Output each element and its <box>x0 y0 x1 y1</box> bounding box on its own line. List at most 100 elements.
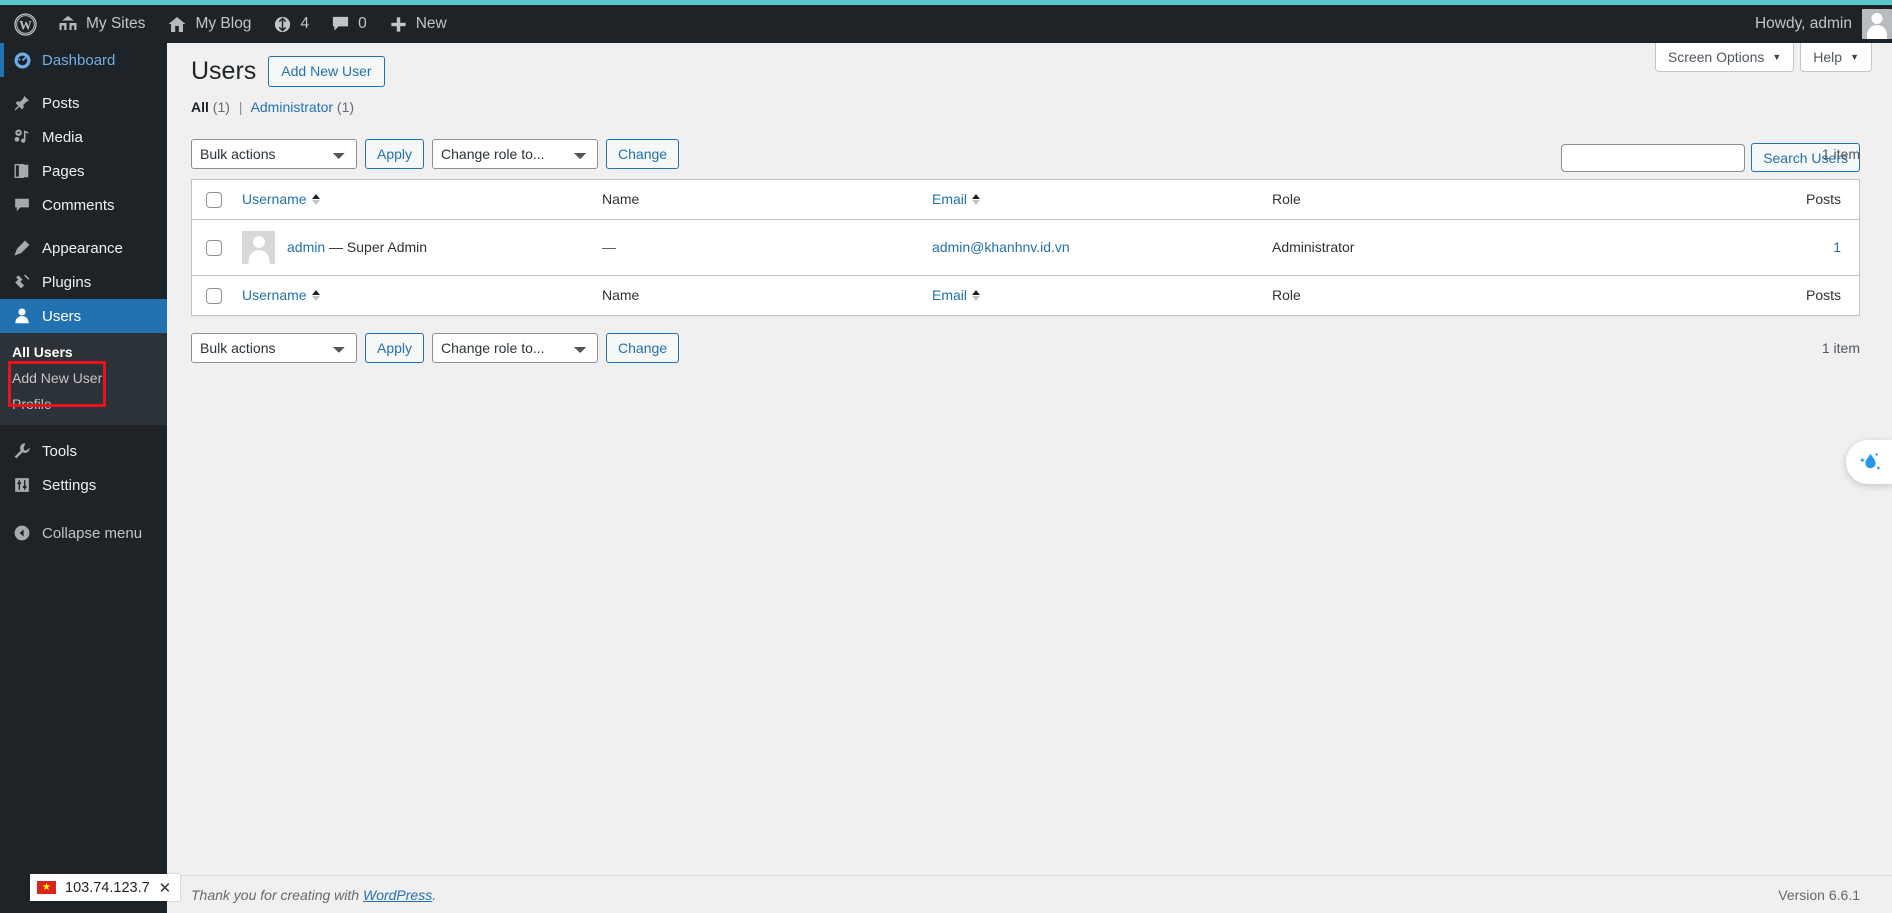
user-avatar-icon <box>242 230 275 264</box>
sidebar-subitem-all-users[interactable]: All Users <box>0 339 167 365</box>
header-role: Role <box>1262 179 1532 220</box>
change-role-button-top[interactable]: Change <box>606 138 680 169</box>
header-username: Username <box>232 179 592 220</box>
water-drop-sparkle-icon <box>1856 449 1882 475</box>
sidebar-subitem-add-new-user[interactable]: Add New User <box>0 365 167 391</box>
sidebar-label-tools: Tools <box>42 442 78 460</box>
screen-options-button[interactable]: Screen Options ▼ <box>1654 43 1795 72</box>
wordpress-version: Version 6.6.1 <box>1778 886 1860 903</box>
sidebar-item-collapse-menu[interactable]: Collapse menu <box>0 516 167 550</box>
add-new-user-button[interactable]: Add New User <box>268 55 385 87</box>
header-posts: Posts <box>1532 179 1860 220</box>
apply-button-top[interactable]: Apply <box>365 138 425 169</box>
sidebar-item-users[interactable]: Users <box>0 299 167 333</box>
footer-thanks-prefix: Thank you for creating with <box>191 886 363 903</box>
table-footer-row: Username Name Email Role Posts <box>191 274 1860 316</box>
filter-separator: | <box>238 98 243 115</box>
admin-bar-item-my-sites[interactable]: My Sites <box>47 5 156 43</box>
table-header-row: Username Name Email Role Posts <box>191 179 1860 220</box>
change-role-select-bottom[interactable]: Change role to... <box>432 333 599 364</box>
change-role-button-bottom[interactable]: Change <box>606 333 680 364</box>
svg-text:W: W <box>19 18 32 32</box>
admin-bar-item-new[interactable]: New <box>378 5 458 43</box>
change-role-select-top[interactable]: Change role to... <box>432 138 599 169</box>
sidebar-label-plugins: Plugins <box>42 273 92 291</box>
sidebar-item-plugins[interactable]: Plugins <box>0 265 167 299</box>
sort-arrows-icon <box>972 289 981 301</box>
footer-label-name: Name <box>602 287 640 304</box>
sort-email-top[interactable]: Email <box>932 191 981 207</box>
vpn-ip-indicator[interactable]: 103.74.123.7 ✕ <box>30 874 181 901</box>
select-all-checkbox-bottom[interactable] <box>206 288 222 305</box>
footer-label-posts: Posts <box>1805 287 1841 304</box>
select-all-checkbox-top[interactable] <box>206 191 222 208</box>
wordpress-link[interactable]: WordPress <box>363 887 432 903</box>
user-link-admin[interactable]: admin <box>287 239 325 255</box>
sidebar-item-settings[interactable]: Settings <box>0 468 167 502</box>
sidebar-item-appearance[interactable]: Appearance <box>0 231 167 265</box>
footer-label-email: Email <box>932 287 968 304</box>
header-name: Name <box>592 179 922 220</box>
footer-name: Name <box>592 274 922 316</box>
displaying-count-bottom: 1 item <box>1821 340 1860 357</box>
sidebar-subitem-profile[interactable]: Profile <box>0 391 167 417</box>
close-icon[interactable]: ✕ <box>159 879 172 897</box>
footer-select-all <box>191 274 232 316</box>
cell-name: — <box>602 239 616 256</box>
admin-bar-item-my-blog[interactable]: My Blog <box>156 5 262 43</box>
sidebar-item-posts[interactable]: Posts <box>0 86 167 120</box>
sidebar-submenu-users: All Users Add New User Profile <box>0 333 167 425</box>
help-button[interactable]: Help ▼ <box>1800 43 1872 72</box>
comments-icon <box>12 196 32 214</box>
tablenav-top: Bulk actions Apply Change role to... Cha… <box>191 138 1860 169</box>
table-row: admin — Super Admin — admin@khanhnv.id.v… <box>191 219 1860 276</box>
sort-username-top[interactable]: Username <box>242 191 320 207</box>
admin-bar-item-updates[interactable]: 4 <box>262 5 320 43</box>
sidebar-label-comments: Comments <box>42 196 115 214</box>
admin-sidebar-menu: Dashboard Posts Media Pages Comments App… <box>0 43 181 913</box>
header-select-all <box>191 179 232 220</box>
admin-bar-item-comments[interactable]: 0 <box>320 5 378 43</box>
footer-thanks-text: Thank you for creating with WordPress. <box>191 887 436 903</box>
header-label-role: Role <box>1272 191 1301 208</box>
user-posts-count-link[interactable]: 1 <box>1833 239 1841 255</box>
collapse-arrow-icon <box>12 524 32 542</box>
floating-assistant-button[interactable] <box>1846 440 1892 484</box>
sort-username-bottom[interactable]: Username <box>242 287 320 303</box>
admin-bar-account-menu[interactable]: Howdy, admin <box>1744 5 1892 43</box>
sidebar-label-appearance: Appearance <box>42 239 123 257</box>
sidebar-item-dashboard[interactable]: Dashboard <box>0 43 167 77</box>
sidebar-item-comments[interactable]: Comments <box>0 188 167 222</box>
apply-button-bottom[interactable]: Apply <box>365 333 425 364</box>
sort-email-bottom[interactable]: Email <box>932 287 981 304</box>
wordpress-logo-icon: W <box>14 12 37 36</box>
footer-posts: Posts <box>1532 274 1860 316</box>
bulk-actions-select-top[interactable]: Bulk actions <box>191 138 357 169</box>
row-select-checkbox[interactable] <box>206 239 222 256</box>
sidebar-label-collapse-menu: Collapse menu <box>42 524 143 542</box>
sidebar-label-users: Users <box>42 307 82 325</box>
role-filter-links: All (1) | Administrator (1) <box>191 99 1860 115</box>
main-content: Screen Options ▼ Help ▼ Users Add New Us… <box>167 43 1892 913</box>
admin-bar: W My Sites My Blog 4 0 New Howdy, admin <box>0 5 1892 43</box>
sidebar-item-media[interactable]: Media <box>0 120 167 154</box>
header-label-username: Username <box>242 191 307 208</box>
wordpress-logo-button[interactable]: W <box>0 5 47 43</box>
sidebar-label-settings: Settings <box>42 476 97 494</box>
dashboard-icon <box>12 51 32 70</box>
chevron-down-icon: ▼ <box>1772 51 1782 62</box>
sidebar-item-tools[interactable]: Tools <box>0 434 167 468</box>
screen-options-label: Screen Options <box>1667 49 1765 65</box>
user-email-link[interactable]: admin@khanhnv.id.vn <box>932 239 1070 255</box>
sidebar-label-pages: Pages <box>42 162 85 180</box>
page-header: Users Add New User <box>191 43 1860 88</box>
filter-count-administrator: (1) <box>336 98 355 115</box>
sidebar-item-pages[interactable]: Pages <box>0 154 167 188</box>
admin-bar-label-new: New <box>415 15 447 33</box>
bulk-actions-select-bottom[interactable]: Bulk actions <box>191 333 357 364</box>
footer-label-username: Username <box>242 287 307 304</box>
filter-link-administrator[interactable]: Administrator <box>251 99 333 115</box>
header-label-posts: Posts <box>1805 191 1841 208</box>
filter-link-all[interactable]: All <box>191 99 209 115</box>
sort-arrows-icon <box>311 289 320 301</box>
